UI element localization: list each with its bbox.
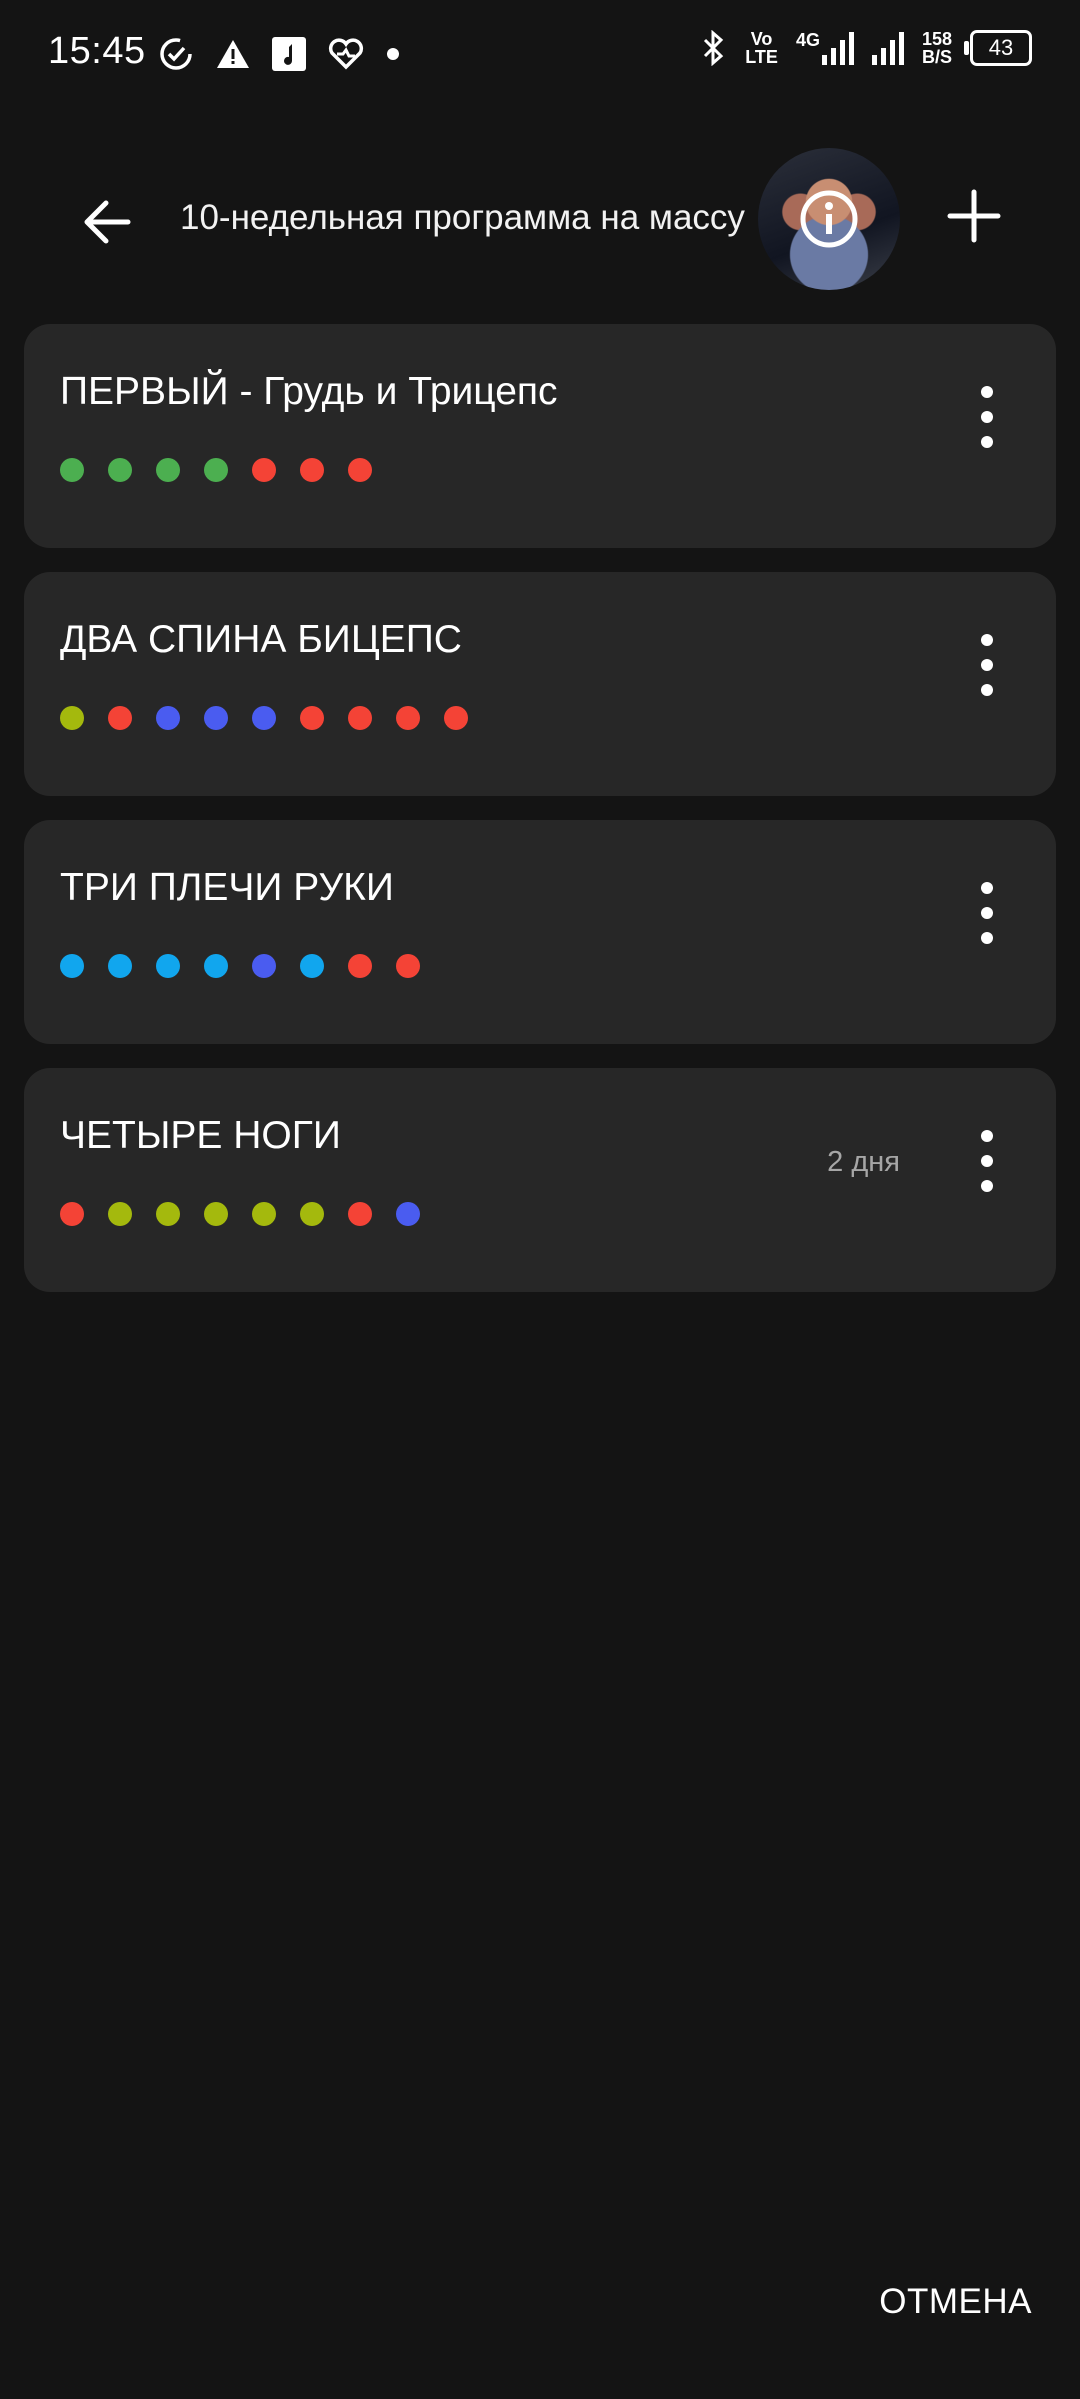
exercise-dot (444, 706, 468, 730)
top-app-bar: 10-недельная программа на массу (0, 140, 1080, 290)
sync-check-icon (160, 38, 192, 70)
exercise-dot (300, 954, 324, 978)
exercise-dot (60, 1202, 84, 1226)
exercise-dots (60, 706, 468, 730)
exercise-dot (204, 706, 228, 730)
workout-title: ДВА СПИНА БИЦЕПС (60, 618, 462, 661)
exercise-dot (300, 1202, 324, 1226)
volte-indicator: Vo LTE (745, 30, 778, 66)
exercise-dot (204, 954, 228, 978)
battery-icon: 43 (964, 30, 1032, 66)
more-vert-icon[interactable] (972, 386, 1002, 448)
exercise-dot (348, 458, 372, 482)
exercise-dots (60, 1202, 420, 1226)
net-speed-unit: B/S (921, 47, 952, 67)
exercise-dot (300, 706, 324, 730)
alert-triangle-icon (217, 40, 249, 68)
exercise-dots (60, 954, 420, 978)
more-vert-icon[interactable] (972, 634, 1002, 696)
plus-icon[interactable] (946, 188, 1002, 244)
heart-health-icon (328, 38, 364, 70)
exercise-dots (60, 458, 372, 482)
workout-title: ЧЕТЫРЕ НОГИ (60, 1114, 341, 1157)
exercise-dot (60, 954, 84, 978)
exercise-dot (204, 458, 228, 482)
exercise-dot (300, 458, 324, 482)
music-app-icon (272, 37, 306, 71)
exercise-dot (60, 706, 84, 730)
exercise-dot (204, 1202, 228, 1226)
exercise-dot (60, 458, 84, 482)
exercise-dot (252, 458, 276, 482)
exercise-dot (108, 706, 132, 730)
exercise-dot (396, 706, 420, 730)
exercise-dot (348, 954, 372, 978)
page-title: 10-недельная программа на массу (180, 198, 745, 237)
bluetooth-icon (704, 30, 724, 66)
arrow-left-icon[interactable] (78, 192, 138, 252)
volte-top: Vo (750, 29, 773, 49)
more-vert-icon[interactable] (972, 1130, 1002, 1192)
more-vert-icon[interactable] (972, 882, 1002, 944)
exercise-dot (396, 1202, 420, 1226)
workout-title: ТРИ ПЛЕЧИ РУКИ (60, 866, 394, 909)
battery-level: 43 (988, 35, 1014, 60)
volte-bottom: LTE (745, 47, 778, 67)
info-icon[interactable] (798, 188, 860, 250)
exercise-dot (108, 458, 132, 482)
workout-card[interactable]: ЧЕТЫРЕ НОГИ 2 дня (24, 1068, 1056, 1292)
status-bar: 15:45 Vo LTE 4G 158 B/S 43 (0, 0, 1080, 110)
notification-icons (158, 36, 400, 72)
workout-card[interactable]: ПЕРВЫЙ - Грудь и Трицепс (24, 324, 1056, 548)
exercise-dot (348, 706, 372, 730)
signal-icon-2 (871, 32, 904, 65)
net-speed: 158 B/S (922, 30, 952, 66)
exercise-dot (156, 954, 180, 978)
signal-icon (821, 32, 854, 65)
exercise-dot (252, 954, 276, 978)
workout-title: ПЕРВЫЙ - Грудь и Трицепс (60, 370, 558, 413)
exercise-dot (396, 954, 420, 978)
exercise-dot (252, 1202, 276, 1226)
exercise-dot (252, 706, 276, 730)
exercise-dot (156, 1202, 180, 1226)
exercise-dot (156, 458, 180, 482)
workout-card[interactable]: ТРИ ПЛЕЧИ РУКИ (24, 820, 1056, 1044)
signal-1: 4G (796, 31, 854, 65)
workout-meta: 2 дня (827, 1146, 900, 1178)
net-speed-value: 158 (921, 29, 952, 49)
cancel-button[interactable]: ОТМЕНА (879, 2282, 1032, 2322)
dot-icon (387, 48, 399, 60)
exercise-dot (156, 706, 180, 730)
exercise-dot (108, 954, 132, 978)
exercise-dot (348, 1202, 372, 1226)
workout-card[interactable]: ДВА СПИНА БИЦЕПС (24, 572, 1056, 796)
exercise-dot (108, 1202, 132, 1226)
system-icons: Vo LTE 4G 158 B/S 43 (701, 30, 1032, 66)
clock: 15:45 (48, 30, 146, 72)
network-type: 4G (795, 30, 820, 50)
